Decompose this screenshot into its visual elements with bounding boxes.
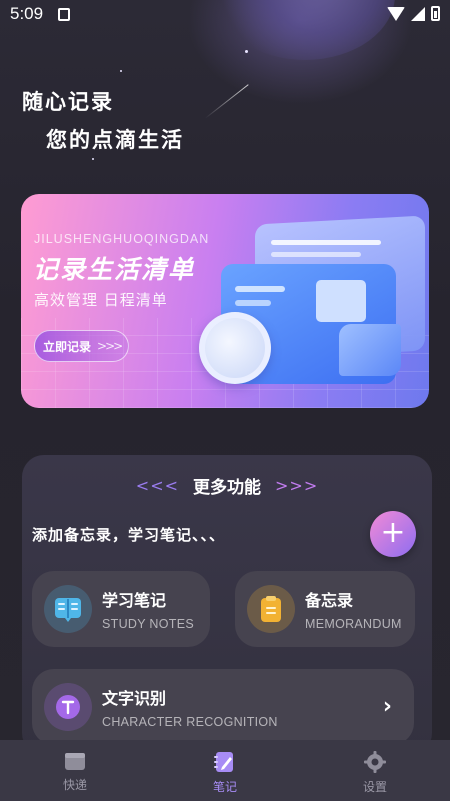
illustration-card: [316, 280, 366, 322]
notebook-pen-icon: [214, 752, 233, 772]
gear-icon: [364, 751, 386, 773]
tab-express[interactable]: 快递: [0, 740, 150, 801]
text-recognition-icon-glyph: [56, 695, 80, 719]
record-now-label: 立即记录: [43, 339, 92, 354]
chevrons-left-icon: <<<: [135, 475, 179, 495]
banner-title: 记录生活清单: [33, 255, 196, 284]
feature-name: 学习笔记: [102, 591, 167, 610]
feature-subtitle: CHARACTER RECOGNITION: [102, 715, 278, 729]
tab-label: 设置: [362, 780, 387, 794]
feature-study-notes[interactable]: 学习笔记 STUDY NOTES: [32, 571, 210, 647]
feature-name: 文字识别: [102, 689, 167, 708]
feature-subtitle: MEMORANDUM: [305, 617, 402, 631]
add-button[interactable]: +: [370, 511, 416, 557]
feature-name: 备忘录: [305, 591, 354, 610]
book-icon-glyph: [55, 598, 81, 622]
feature-character-recognition[interactable]: 文字识别 CHARACTER RECOGNITION ›: [32, 669, 414, 745]
book-icon: [44, 585, 92, 633]
more-features-panel: <<< 更多功能 >>> 添加备忘录，学习笔记、、、 + 学习笔记 STUDY …: [22, 455, 432, 755]
hero-subtitle: 您的点滴生活: [46, 128, 184, 152]
banner-subtitle: 高效管理 日程清单: [34, 291, 168, 309]
wallet-icon: [65, 753, 85, 770]
illustration-fold: [339, 324, 401, 376]
cell-signal-icon: [411, 6, 425, 21]
star-decoration: [245, 50, 248, 53]
star-decoration: [92, 158, 94, 160]
hero-title: 随心记录: [22, 90, 114, 114]
illustration-line: [235, 286, 285, 292]
text-recognition-icon: [44, 683, 92, 731]
star-decoration: [120, 70, 122, 72]
status-bar: 5:09: [0, 0, 450, 30]
illustration-line: [271, 252, 361, 257]
illustration-line: [235, 300, 271, 306]
illustration-circle: [199, 312, 271, 384]
illustration-line: [271, 240, 381, 245]
record-now-button[interactable]: 立即记录 >>>: [34, 330, 129, 362]
bottom-tab-bar: 快递 笔记 设置: [0, 740, 450, 801]
plus-icon: +: [380, 514, 406, 550]
panel-title: 更多功能: [193, 477, 261, 498]
panel-header: <<< 更多功能 >>>: [22, 471, 432, 499]
tab-label: 快递: [62, 778, 87, 792]
memo-icon: [247, 585, 295, 633]
tab-label: 笔记: [212, 780, 237, 794]
promo-banner[interactable]: JILUSHENGHUOQINGDAN 记录生活清单 高效管理 日程清单 立即记…: [21, 194, 429, 408]
feature-memorandum[interactable]: 备忘录 MEMORANDUM: [235, 571, 415, 647]
status-time: 5:09: [10, 4, 44, 23]
banner-pinyin: JILUSHENGHUOQINGDAN: [34, 232, 210, 246]
tab-notes[interactable]: 笔记: [150, 740, 300, 801]
status-icons: [387, 6, 440, 21]
feature-subtitle: STUDY NOTES: [102, 617, 194, 631]
chevrons-right-icon: >>>: [275, 475, 319, 495]
panel-description: 添加备忘录，学习笔记、、、: [32, 526, 226, 544]
chevron-right-icon: ›: [382, 694, 392, 719]
notification-icon: [58, 8, 70, 21]
arrows-icon: >>>: [97, 339, 123, 353]
tab-settings[interactable]: 设置: [300, 740, 450, 801]
battery-icon: [431, 6, 440, 21]
wifi-icon: [387, 6, 405, 21]
memo-icon-glyph: [261, 596, 281, 622]
